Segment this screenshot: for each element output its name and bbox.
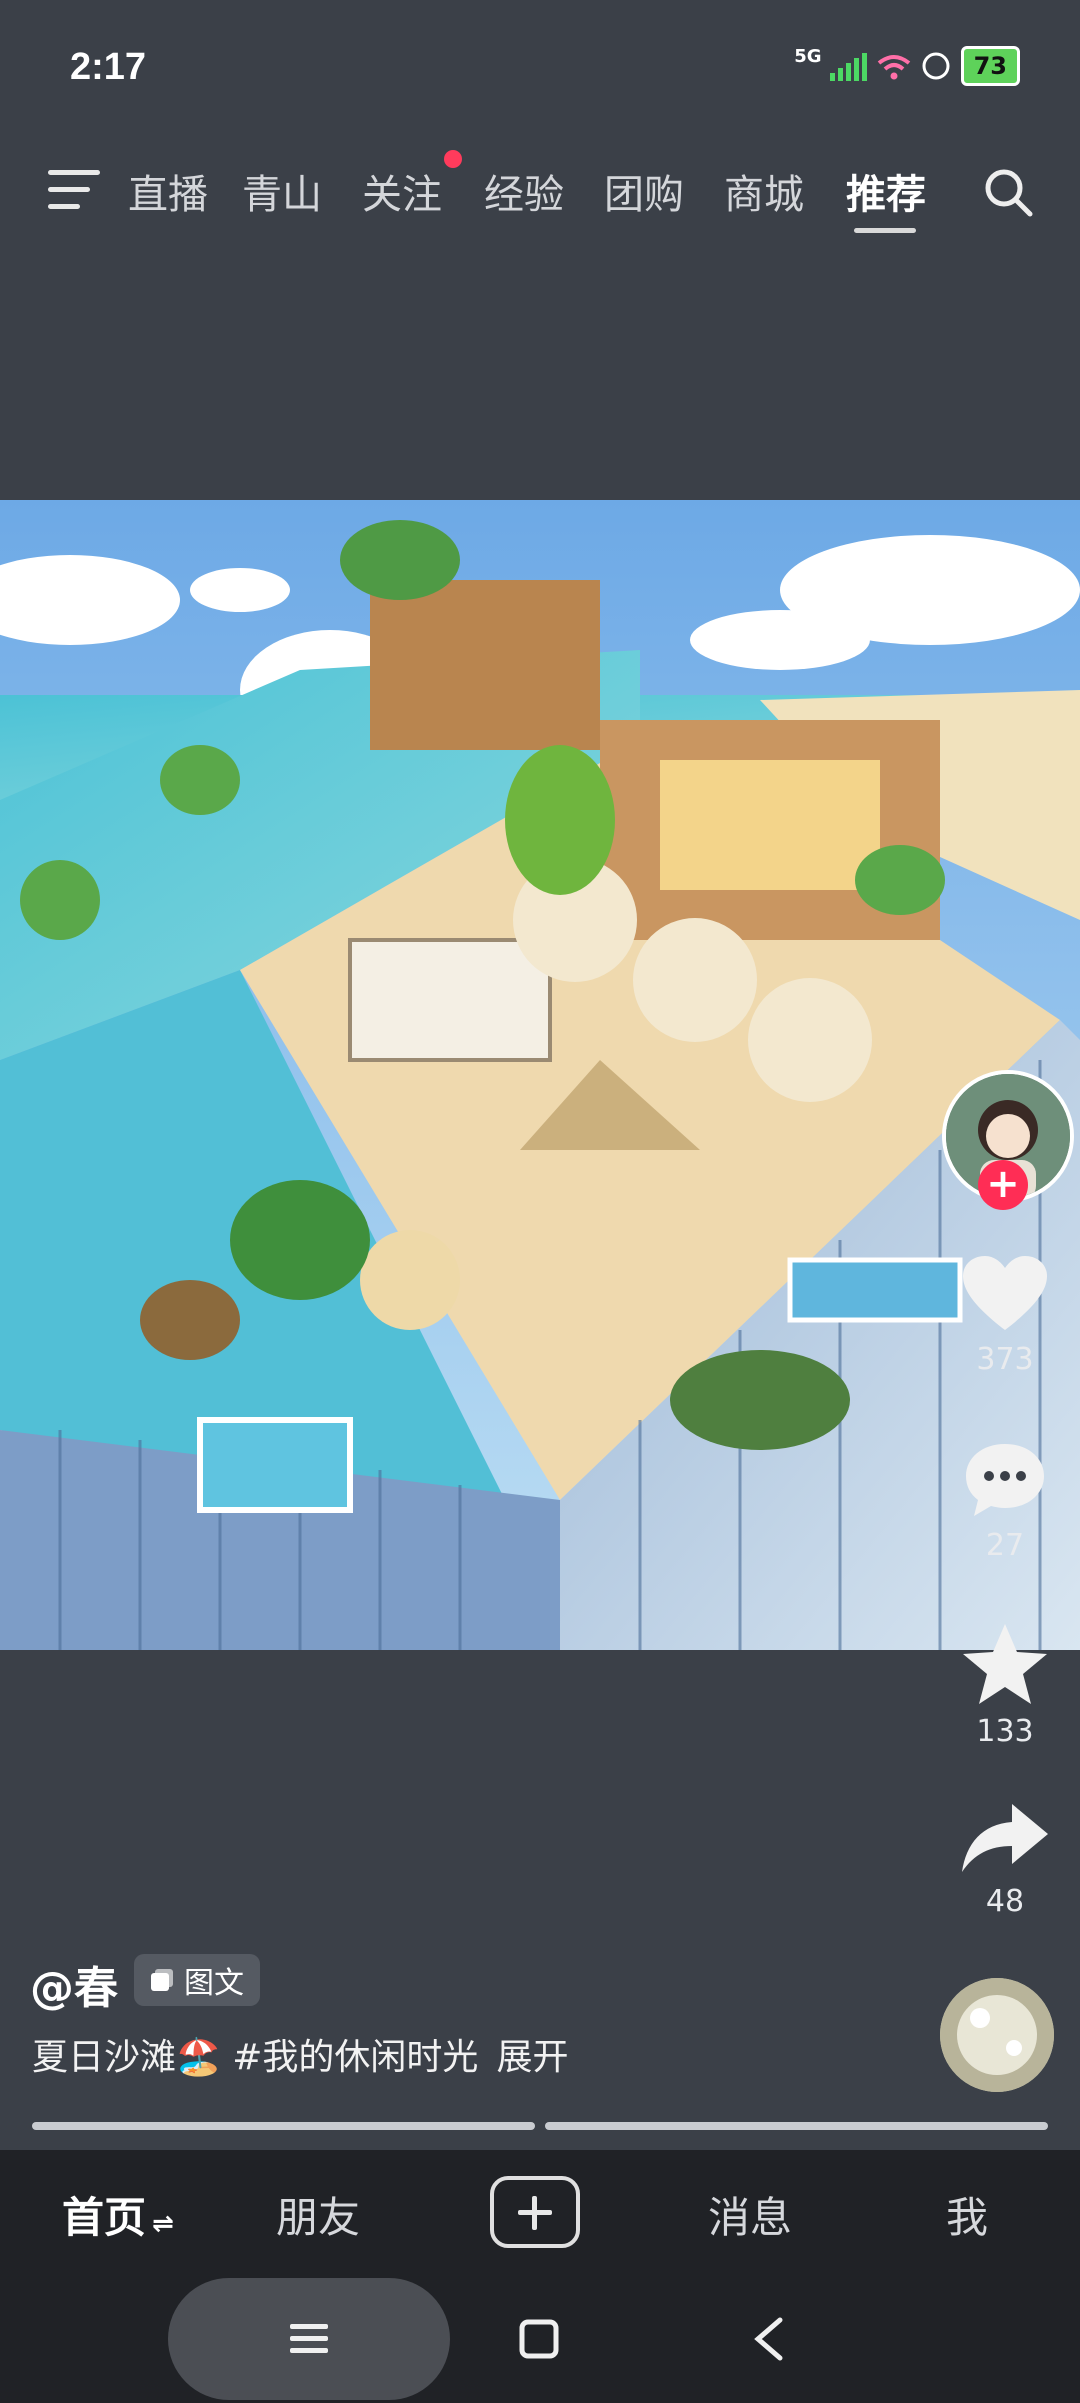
- menu-nav-button[interactable]: [168, 2278, 450, 2400]
- moon-icon: [922, 52, 950, 80]
- comment-count: 27: [985, 1528, 1025, 1563]
- tab-group-buy[interactable]: 团购: [604, 162, 684, 220]
- share-count: 48: [985, 1884, 1025, 1919]
- like-count: 373: [976, 1342, 1034, 1377]
- wifi-icon: [877, 55, 910, 80]
- image-progress-segment: [545, 2122, 1048, 2130]
- comment-action[interactable]: 27: [940, 1440, 1070, 1563]
- image-progress-segment: [32, 2122, 535, 2130]
- home-square-icon[interactable]: [518, 2318, 560, 2360]
- search-icon[interactable]: [980, 164, 1036, 220]
- back-icon[interactable]: [750, 2316, 790, 2362]
- tab-friends[interactable]: 朋友: [276, 2184, 360, 2245]
- status-icons: 5G 73: [794, 46, 1020, 86]
- favorite-count: 133: [976, 1714, 1034, 1749]
- top-tab-bar: 直播 青山 关注 经验 团购 商城 推荐: [0, 140, 1080, 240]
- post-image[interactable]: [0, 500, 1080, 1650]
- tab-experience[interactable]: 经验: [484, 162, 564, 220]
- music-disc[interactable]: [940, 1978, 1054, 2092]
- tab-qingshan[interactable]: 青山: [242, 162, 322, 220]
- system-nav-bar: [0, 2272, 1080, 2403]
- comment-icon: [966, 1444, 1044, 1516]
- status-time: 2:17: [70, 46, 147, 88]
- tab-home-label: 首页: [62, 2193, 147, 2242]
- post-caption: 夏日沙滩🏖️ #我的休闲时光 展开: [32, 2028, 568, 2080]
- bottom-tab-bar: 首页 ⇌ 朋友 消息 我: [0, 2150, 1080, 2272]
- caption-text: 夏日沙滩🏖️ #我的休闲时光: [32, 2037, 479, 2078]
- favorite-action[interactable]: 133: [940, 1622, 1070, 1749]
- signal-icon: [829, 51, 867, 81]
- notification-dot: [444, 150, 462, 168]
- tab-me[interactable]: 我: [946, 2184, 988, 2245]
- tab-live[interactable]: 直播: [128, 162, 208, 220]
- tab-following[interactable]: 关注: [362, 162, 442, 220]
- post-type-label: 图文: [184, 1966, 244, 2001]
- post-type-badge: 图文: [134, 1954, 260, 2006]
- star-icon: [963, 1624, 1047, 1704]
- tab-messages[interactable]: 消息: [708, 2184, 792, 2245]
- like-action[interactable]: 373: [940, 1254, 1070, 1377]
- tab-mall[interactable]: 商城: [724, 162, 804, 220]
- battery-indicator: 73: [960, 46, 1020, 86]
- network-type-label: 5G: [794, 46, 822, 67]
- image-text-icon: [151, 1969, 173, 1991]
- follow-button[interactable]: +: [978, 1160, 1028, 1210]
- hamburger-icon: [290, 2324, 328, 2353]
- share-action[interactable]: 48: [940, 1800, 1070, 1919]
- heart-icon: [963, 1256, 1047, 1330]
- swap-icon: ⇌: [152, 2209, 174, 2239]
- status-bar: 2:17 5G 73: [0, 0, 1080, 140]
- tab-recommended[interactable]: 推荐: [846, 162, 926, 220]
- create-post-button[interactable]: [490, 2176, 580, 2248]
- tab-home[interactable]: 首页 ⇌: [62, 2184, 174, 2245]
- active-tab-indicator: [854, 228, 916, 233]
- expand-button[interactable]: 展开: [496, 2037, 568, 2078]
- menu-icon[interactable]: [48, 170, 100, 210]
- author-name[interactable]: @春: [30, 1952, 118, 2016]
- share-arrow-icon: [962, 1804, 1048, 1872]
